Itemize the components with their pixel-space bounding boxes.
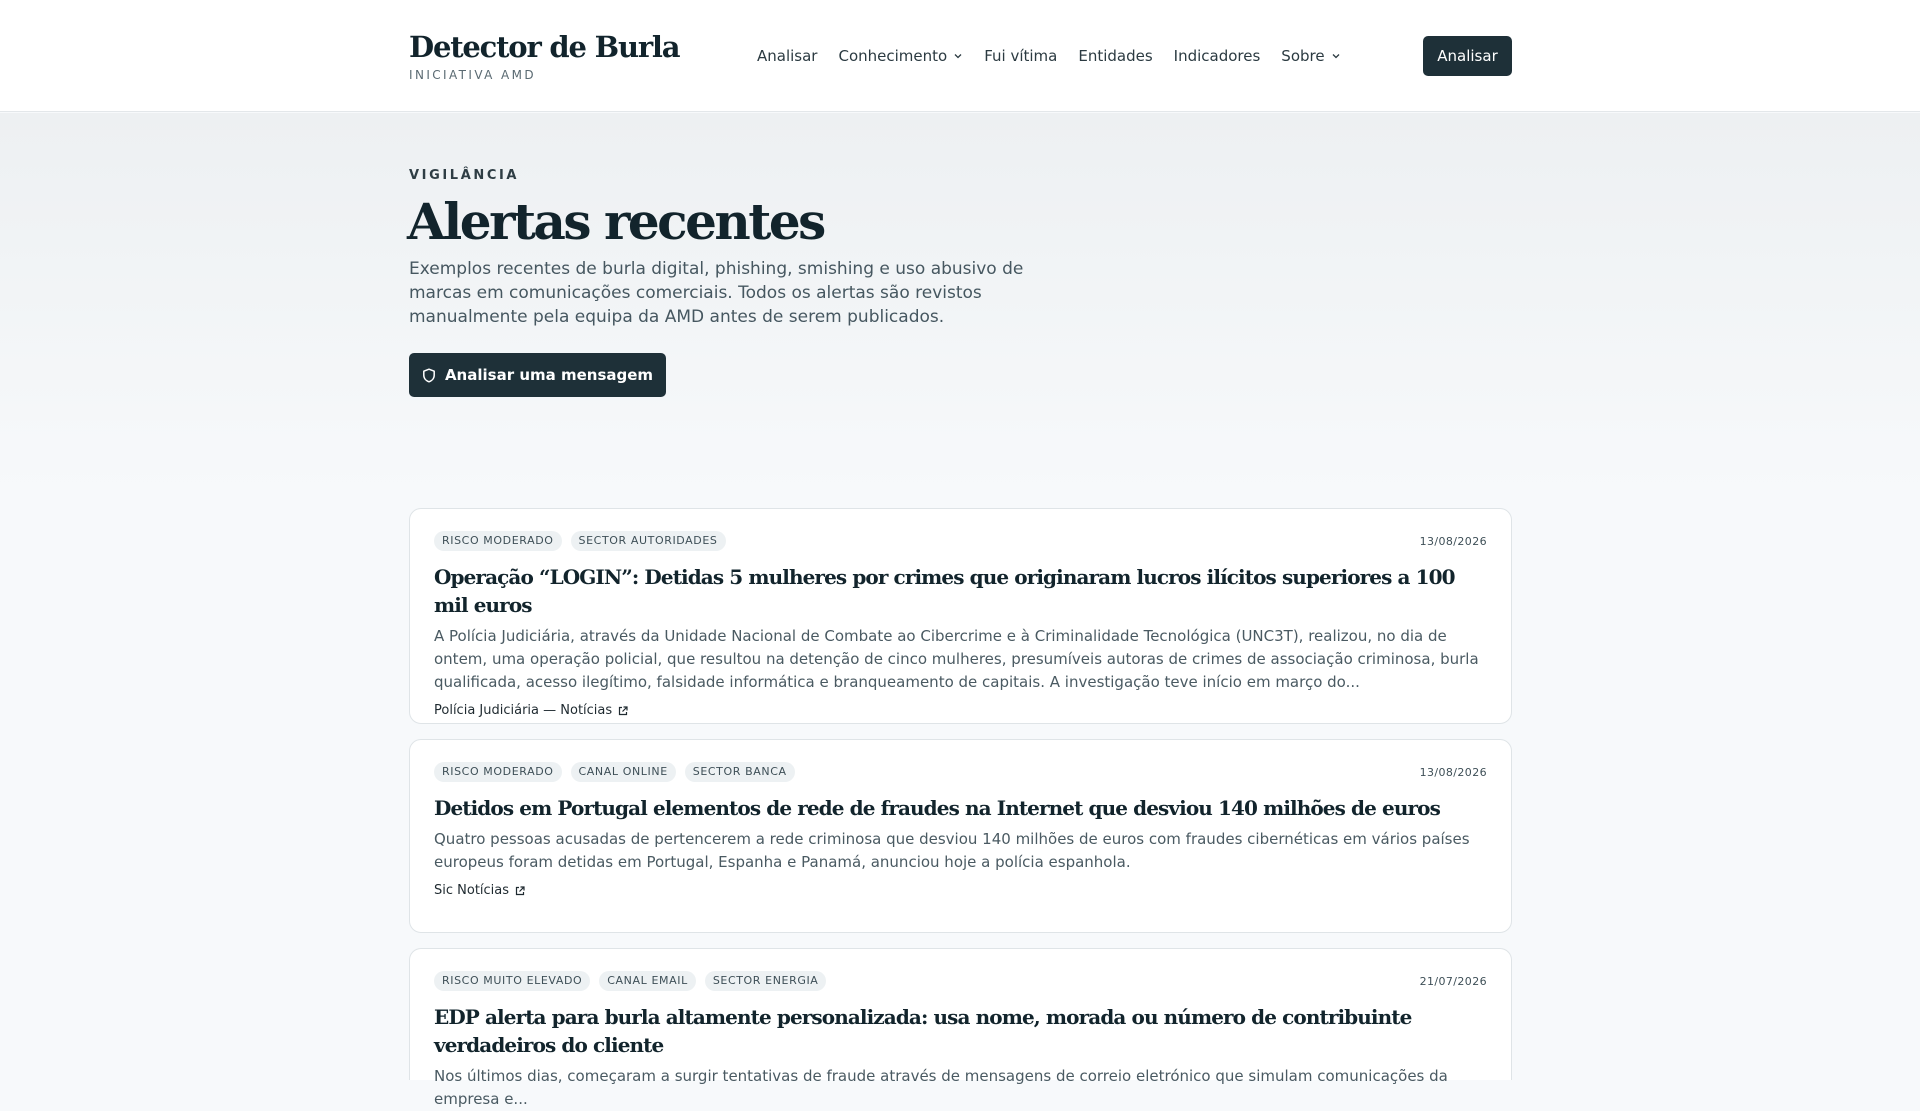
external-link-icon	[619, 705, 628, 715]
risk-badge: RISCO MODERADO	[434, 531, 562, 551]
alert-tags: RISCO MUITO ELEVADO CANAL EMAIL SECTOR E…	[434, 971, 835, 991]
alert-summary: Quatro pessoas acusadas de pertencerem a…	[434, 830, 1470, 871]
main-nav: Analisar Conhecimento Fui vítima Entidad…	[757, 45, 1362, 67]
alert-card[interactable]: RISCO MUITO ELEVADO CANAL EMAIL SECTOR E…	[409, 948, 1512, 1108]
nav-item-label: Indicadores	[1173, 47, 1261, 65]
alert-source-link[interactable]: Sic Notícias	[434, 883, 1487, 898]
chevron-down-icon	[954, 54, 962, 59]
section-eyebrow: VIGILÂNCIA	[409, 168, 520, 183]
alert-summary: A Polícia Judiciária, através da Unidade…	[434, 627, 1479, 691]
alert-title[interactable]: EDP alerta para burla altamente personal…	[434, 1003, 1487, 1059]
alert-title[interactable]: Operação “LOGIN”: Detidas 5 mulheres por…	[434, 563, 1487, 619]
alert-title[interactable]: Detidos em Portugal elementos de rede de…	[434, 794, 1487, 822]
sector-badge: SECTOR ENERGIA	[704, 971, 827, 991]
page-description: Exemplos recentes de burla digital, phis…	[409, 259, 1024, 327]
nav-item-conhecimento[interactable]: Conhecimento	[838, 45, 963, 67]
chevron-down-icon	[1332, 54, 1340, 59]
sector-badge: SECTOR AUTORIDADES	[570, 531, 726, 551]
alert-card[interactable]: RISCO MODERADO CANAL ONLINE SECTOR BANCA…	[409, 739, 1512, 933]
alert-source-link[interactable]: Polícia Judiciária — Notícias	[434, 703, 1487, 718]
risk-badge: RISCO MODERADO	[434, 762, 562, 782]
external-link-icon	[515, 885, 525, 895]
brand-title: Detector de Burla	[409, 30, 681, 64]
shield-icon	[423, 367, 435, 383]
sector-badge: SECTOR BANCA	[684, 762, 795, 782]
nav-item-analisar[interactable]: Analisar	[757, 45, 817, 67]
risk-badge: RISCO MUITO ELEVADO	[434, 971, 591, 991]
nav-item-label: Analisar	[757, 47, 818, 65]
nav-item-label: Entidades	[1078, 47, 1153, 65]
nav-item-label: Conhecimento	[838, 47, 948, 65]
top-navigation-bar: Detector de Burla INICIATIVA AMD Analisa…	[0, 0, 1920, 112]
alert-summary: Nos últimos dias, começaram a surgir ten…	[434, 1067, 1448, 1108]
analyze-message-button[interactable]: Analisar uma mensagem	[409, 353, 666, 397]
nav-item-label: Sobre	[1281, 47, 1325, 65]
alert-tags: RISCO MODERADO CANAL ONLINE SECTOR BANCA	[434, 762, 804, 782]
alert-source-label: Sic Notícias	[434, 883, 510, 898]
analyze-message-label: Analisar uma mensagem	[444, 366, 654, 384]
nav-item-fui-vitima[interactable]: Fui vítima	[984, 45, 1057, 67]
alert-card[interactable]: RISCO MODERADO SECTOR AUTORIDADES 13/08/…	[409, 508, 1512, 724]
channel-badge: CANAL ONLINE	[570, 762, 676, 782]
brand-subtitle: INICIATIVA AMD	[409, 68, 536, 82]
nav-item-sobre[interactable]: Sobre	[1281, 45, 1340, 67]
nav-item-label: Fui vítima	[984, 47, 1058, 65]
alert-date: 13/08/2026	[1419, 534, 1487, 548]
nav-item-entidades[interactable]: Entidades	[1078, 45, 1152, 67]
alert-date: 21/07/2026	[1419, 974, 1487, 988]
alert-source-label: Polícia Judiciária — Notícias	[434, 703, 613, 718]
page-title: Alertas recentes	[407, 192, 826, 251]
nav-item-indicadores[interactable]: Indicadores	[1174, 45, 1261, 67]
alert-date: 13/08/2026	[1419, 765, 1487, 779]
alert-tags: RISCO MODERADO SECTOR AUTORIDADES	[434, 531, 735, 551]
brand-logo[interactable]: Detector de Burla INICIATIVA AMD	[409, 30, 681, 82]
channel-badge: CANAL EMAIL	[599, 971, 696, 991]
analisar-button[interactable]: Analisar	[1423, 36, 1512, 76]
